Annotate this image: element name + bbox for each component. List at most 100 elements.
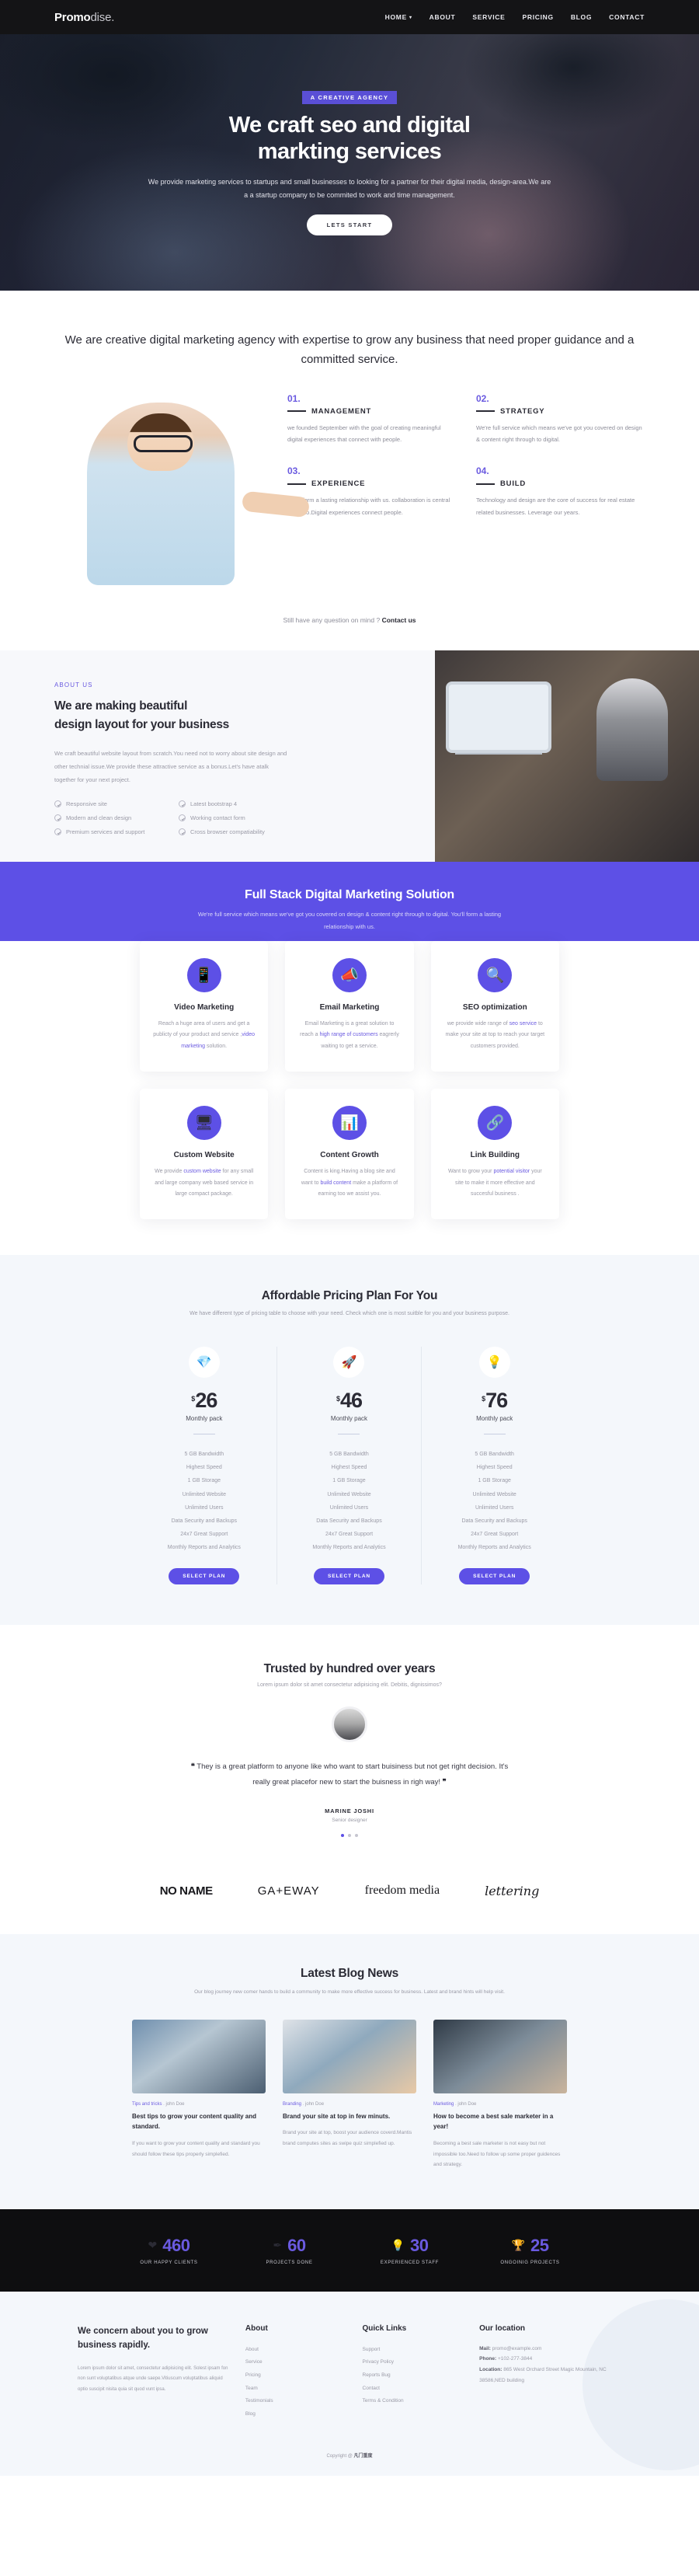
blog-title: Latest Blog News [301,1967,398,1981]
brand-logos-section: NO NAME GA+EWAY freedom media lettering [0,1863,699,1934]
service-card-seo-optimization[interactable]: 🔍 SEO optimization we provide wide range… [430,940,559,1072]
feature-number: 04. [476,465,489,477]
service-card-content-growth[interactable]: 📊 Content Growth Content is king.Having … [285,1088,414,1219]
footer-location-heading: Our location [479,2323,526,2333]
feature-item: 02. STRATEGY We're full service which me… [476,393,645,446]
feature-description: we founded September with the goal of cr… [287,424,441,443]
stat-label: ONGOINIG PROJECTS [500,2260,560,2265]
check-item: Responsive site [54,800,171,808]
nav-item-home[interactable]: HOME ▾ [385,13,412,21]
blog-subtitle: Our blog journey new comer hands to buil… [194,1989,505,1996]
select-plan-button[interactable]: SELECT PLAN [459,1568,530,1585]
mail-value[interactable]: promo@example.com [492,2346,542,2351]
plan-feature: 1 GB Storage [332,1478,366,1484]
plan-period: Monthly pack [186,1414,223,1422]
testimonial-quote: ❝ They is a great platform to anyone lik… [183,1759,516,1790]
desc-link[interactable]: potential visitor [493,1169,530,1174]
nav-item-about[interactable]: ABOUT [429,13,456,21]
phone-value[interactable]: +102-277-3844 [498,2356,532,2362]
footer-link-support[interactable]: Support [363,2344,464,2357]
footer-link-privacy-policy[interactable]: Privacy Policy [363,2356,464,2369]
plan-feature: Data Security and Backups [171,1518,238,1524]
desc-pre: we provide wide range of [447,1020,509,1027]
hero-section: A CREATIVE AGENCY We craft seo and digit… [0,34,699,291]
nav-label-home: HOME [384,13,407,21]
plan-divider [193,1433,215,1435]
stat-ongoing-projects: 🏆 25 ONGOINIG PROJECTS [470,2236,590,2265]
contact-us-link[interactable]: Contact us [382,616,416,624]
service-card-custom-website[interactable]: 🖥 Custom Website We provide custom websi… [140,1088,269,1219]
footer-link-team[interactable]: Team [245,2383,347,2396]
blog-post-category[interactable]: Branding [283,2102,301,2107]
blog-post-title[interactable]: Brand your site at top in few minuts. [283,2111,416,2122]
footer-link-terms[interactable]: Terms & Condition [363,2395,464,2408]
nav-item-contact[interactable]: CONTACT [609,13,645,21]
intro-section: We are creative digital marketing agency… [0,291,699,379]
blog-post-category[interactable]: Tips and tricks [132,2102,162,2107]
blog-section: Latest Blog News Our blog journey new co… [0,1934,699,2209]
select-plan-button[interactable]: SELECT PLAN [169,1568,240,1585]
plan-period: Monthly pack [330,1414,368,1422]
diamond-icon: 💎 [188,1346,220,1378]
pen-icon: ✒ [273,2239,283,2252]
fullstack-subtitle: We're full service which means we've got… [197,911,502,931]
lets-start-button[interactable]: LETS START [306,214,393,235]
testimonial-author-role: Senior designer [332,1818,367,1824]
footer-link-pricing[interactable]: Pricing [245,2369,347,2383]
plan-feature: Unlimited Users [329,1504,369,1511]
blog-post-title[interactable]: How to become a best sale marketer in a … [433,2111,567,2132]
desc-link[interactable]: build content [320,1180,351,1186]
footer-link-service[interactable]: Service [245,2356,347,2369]
service-card-desc: We provide custom website for any small … [152,1166,256,1201]
testimonial-author-name: MARINE JOSHI [325,1807,374,1815]
check-item: Premium services and support [54,828,171,836]
carousel-dot-2[interactable] [348,1834,351,1838]
select-plan-button[interactable]: SELECT PLAN [313,1568,385,1585]
service-card-video-marketing[interactable]: 📱 Video Marketing Reach a huge area of u… [140,940,269,1072]
feature-number: 01. [287,392,301,404]
check-label: Cross browser compatiability [190,828,265,836]
desc-link[interactable]: custom website [183,1169,221,1174]
pricing-title: Affordable Pricing Plan For You [261,1288,438,1302]
nav-item-blog[interactable]: BLOG [571,13,592,21]
check-item: Working contact form [179,814,295,822]
desc-link[interactable]: seo service [509,1021,537,1027]
service-card-email-marketing[interactable]: 📣 Email Marketing Email Marketing is a g… [285,940,414,1072]
testimonial-subtitle: Lorem ipsum dolor sit amet consectetur a… [257,1682,442,1689]
price-amount: 46 [339,1388,363,1412]
statistics-section: ❤ 460 OUR HAPPY CLIENTS ✒ 60 PROJECTS DONE… [0,2208,699,2292]
footer-link-testimonials[interactable]: Testimonials [245,2395,347,2408]
service-card-title: Email Marketing [319,1002,380,1012]
footer-link-reports-bug[interactable]: Reports Bug [363,2369,464,2383]
plan-divider [338,1433,360,1435]
stat-number: 460 [162,2235,190,2255]
plan-divider [483,1433,506,1435]
blog-post-category[interactable]: Marketing [433,2102,454,2107]
footer-link-contact[interactable]: Contact [363,2383,464,2396]
footer-links-column-quick: Quick Links Support Privacy Policy Repor… [363,2324,464,2421]
service-card-link-building[interactable]: 🔗 Link Building Want to grow your potent… [430,1088,559,1219]
footer-link-blog[interactable]: Blog [245,2408,347,2421]
carousel-dot-1[interactable] [341,1834,344,1838]
desc-link[interactable]: high range of customers [319,1032,377,1037]
nav-item-service[interactable]: SERVICE [472,13,505,21]
blog-post-card[interactable]: Tips and tricks . john Doe Best tips to … [132,2019,266,2170]
footer-phone-line: Phone: +102-277-3844 [479,2354,621,2365]
blog-post-title[interactable]: Best tips to grow your content quality a… [132,2111,266,2132]
plan-feature: Highest Speed [186,1465,222,1471]
nav-item-pricing[interactable]: PRICING [522,13,553,21]
plan-price: $26 [143,1389,266,1411]
service-card-title: Video Marketing [174,1002,235,1012]
currency-symbol: $ [191,1394,195,1403]
plan-feature: 24x7 Great Support [471,1531,519,1537]
blog-posts: Tips and tricks . john Doe Best tips to … [132,2019,567,2170]
carousel-dot-3[interactable] [355,1834,358,1838]
quote-close-icon: ❞ [442,1778,447,1787]
service-card-desc: Content is king.Having a blog site and w… [297,1166,401,1201]
site-logo[interactable]: Promodise. [54,11,114,24]
blog-post-card[interactable]: Branding . john Doe Brand your site at t… [283,2019,416,2170]
blog-post-card[interactable]: Marketing . john Doe How to become a bes… [433,2019,567,2170]
check-item: Latest bootstrap 4 [179,800,295,808]
rocket-icon: 🚀 [333,1346,365,1378]
footer-link-about[interactable]: About [245,2344,347,2357]
